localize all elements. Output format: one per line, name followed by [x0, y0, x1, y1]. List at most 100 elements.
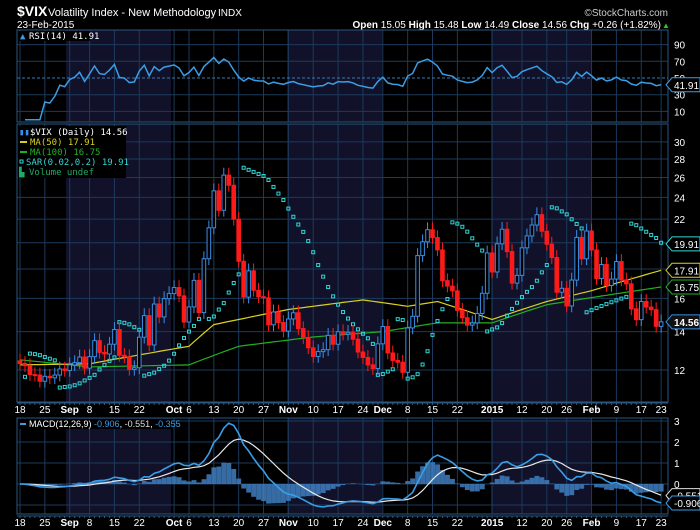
candle-body: [614, 261, 619, 280]
x-tick-label: Dec: [374, 518, 393, 529]
macd-histogram-bar: [335, 484, 341, 487]
macd-histogram-bar: [156, 479, 162, 484]
low-label: Low: [461, 20, 481, 31]
macd-histogram-bar: [390, 482, 396, 484]
macd-y-tick-label: 3: [674, 417, 680, 428]
macd-histogram-bar: [504, 476, 510, 484]
macd-histogram-bar: [584, 484, 590, 485]
candle-body: [395, 359, 401, 363]
macd-histogram-bar: [579, 484, 585, 489]
macd-histogram-bar: [395, 482, 401, 484]
stock-chart: $VIX Volatility Index - New Methodology …: [14, 3, 700, 529]
candle-body: [286, 318, 291, 332]
candle-body: [136, 336, 142, 369]
candle-body: [122, 354, 127, 358]
price-legend: ▮▮ $VIX (Daily) 14.56 MA(50) 17.91 MA(10…: [18, 126, 129, 178]
candle-body: [519, 247, 525, 276]
macd-histogram-bar: [449, 478, 455, 484]
rsi-panel: 907050301041.91: [16, 29, 700, 123]
candle-body: [276, 311, 281, 324]
ma100-swatch: [20, 151, 27, 153]
macd-histogram-bar: [271, 484, 276, 504]
high-value: 15.48: [434, 20, 459, 31]
macd-histogram-bar: [221, 462, 227, 484]
x-tick-label: Nov: [279, 518, 298, 529]
candle-body: [300, 328, 306, 339]
volume-icon: ▙: [18, 166, 25, 178]
macd-histogram-bar: [131, 484, 137, 486]
ma50-swatch: [20, 141, 27, 143]
macd-histogram-bar: [325, 484, 331, 491]
high-label: High: [409, 20, 431, 31]
candle-body: [305, 337, 311, 349]
candle-body: [251, 270, 256, 291]
macd-histogram-bar: [295, 484, 301, 498]
candle-body: [465, 317, 470, 326]
price-y-tick-label: 16: [674, 294, 686, 305]
x-tick-label: Sep: [61, 518, 79, 529]
macd-histogram-bar: [251, 484, 257, 497]
candle-body: [246, 270, 251, 298]
x-tick-label: 8: [87, 405, 93, 416]
candle-body: [181, 295, 187, 323]
x-tick-label: 22: [134, 518, 146, 529]
macd-histogram-bar: [231, 469, 237, 484]
candle-body: [156, 303, 162, 318]
x-tick-label: 20: [541, 405, 553, 416]
close-label: Close: [512, 20, 540, 31]
candle-body: [549, 243, 555, 259]
candle-body: [47, 375, 53, 379]
candle-body: [42, 375, 48, 382]
candle-body: [589, 230, 594, 251]
candle-body: [72, 362, 77, 366]
macd-histogram-bar: [559, 484, 565, 493]
price-legend-label: $VIX (Daily) 14.56: [30, 128, 128, 138]
candle-body: [360, 351, 366, 358]
sar-legend-label: SAR(0.02,0.2) 19.91: [26, 158, 129, 168]
macd-histogram-bar: [514, 482, 520, 484]
change-label: Chg: [570, 20, 589, 31]
candle-body: [445, 280, 450, 287]
x-tick-label: 15: [109, 405, 121, 416]
x-tick-label: 12: [516, 518, 528, 529]
macd-histogram-bar: [141, 481, 147, 484]
macd-histogram-bar: [370, 484, 376, 486]
x-tick-label: 20: [541, 518, 553, 529]
macd-legend-label: MACD(12,26,9): [29, 419, 92, 429]
macd-histogram-bar: [599, 484, 604, 488]
macd-histogram-bar: [509, 480, 515, 484]
x-tick-label: 23: [656, 405, 668, 416]
macd-histogram-bar: [609, 484, 614, 491]
candle-body: [32, 374, 38, 377]
candle-body: [206, 227, 212, 260]
candle-body: [166, 293, 172, 300]
x-tick-label: 15: [427, 405, 439, 416]
candle-body: [469, 322, 475, 326]
candle-body: [201, 258, 207, 314]
macd-histogram-bar: [494, 479, 500, 484]
candle-body: [499, 228, 505, 245]
macd-histogram-bar: [330, 484, 336, 489]
x-tick-label: 10: [308, 518, 320, 529]
candle-body: [385, 326, 391, 354]
candle-body: [450, 285, 455, 292]
x-tick-label: 13: [208, 518, 220, 529]
candle-body: [415, 255, 420, 317]
macd-histogram-bar: [479, 484, 485, 490]
x-tick-label: 27: [258, 405, 270, 416]
candle-body: [629, 283, 634, 310]
macd-histogram-bar: [261, 484, 267, 502]
rsi-y-tick-label: 10: [674, 107, 686, 118]
candlestick-icon: ▮▮: [19, 128, 30, 138]
candle-body: [440, 249, 445, 282]
candle-body: [494, 243, 500, 273]
macd-histogram-bar: [161, 477, 167, 484]
candle-body: [266, 297, 271, 326]
x-tick-label: 18: [14, 405, 26, 416]
macd-histogram-bar: [365, 484, 371, 486]
x-tick-label: 13: [208, 405, 220, 416]
candle-body: [261, 296, 266, 299]
candle-body: [435, 237, 440, 251]
macd-histogram-bar: [594, 484, 600, 488]
ma50-legend-label: MA(50) 17.91: [30, 138, 95, 148]
